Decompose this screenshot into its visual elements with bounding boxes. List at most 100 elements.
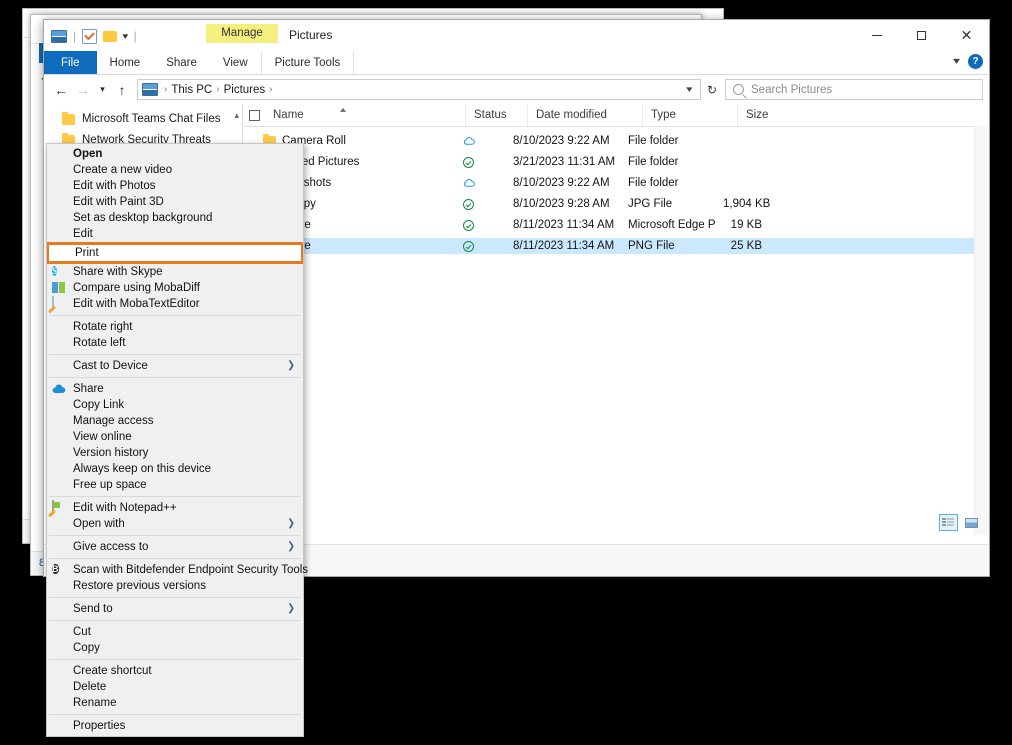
menu-item-create-a-new-video[interactable]: Create a new video <box>47 162 303 178</box>
table-row[interactable]: ture 8/11/2023 11:34 AM Microsoft Edge P… <box>243 217 989 233</box>
menu-item-restore-previous-versions[interactable]: Restore previous versions <box>47 578 303 594</box>
properties-icon[interactable] <box>82 28 98 44</box>
menu-item-create-shortcut[interactable]: Create shortcut <box>47 663 303 679</box>
column-header-status[interactable]: Status <box>465 104 527 126</box>
breadcrumb-separator-3[interactable]: › <box>267 84 274 95</box>
tab-picture-tools[interactable]: Picture Tools <box>260 51 355 74</box>
close-button[interactable]: ✕ <box>944 20 989 50</box>
menu-item-edit-with-paint-3d[interactable]: Edit with Paint 3D <box>47 194 303 210</box>
menu-item-view-online[interactable]: View online <box>47 429 303 445</box>
breadcrumb-pictures[interactable]: Pictures <box>224 84 266 96</box>
vertical-scrollbar[interactable] <box>974 126 989 535</box>
menu-item-edit-with-photos[interactable]: Edit with Photos <box>47 178 303 194</box>
nav-item-teams-chat-files[interactable]: Microsoft Teams Chat Files <box>44 111 242 127</box>
menu-item-copy[interactable]: Copy <box>47 640 303 656</box>
menu-item-label: Create a new video <box>73 164 173 176</box>
menu-item-label: Restore previous versions <box>73 580 206 592</box>
address-input[interactable]: › This PC › Pictures › ▾ <box>137 79 701 100</box>
file-type-cell: PNG File <box>628 240 675 252</box>
menu-item-manage-access[interactable]: Manage access <box>47 413 303 429</box>
chevron-down-icon[interactable]: ▾ <box>953 56 960 67</box>
tab-view-label: View <box>222 56 248 69</box>
menu-item-share-with-skype[interactable]: S Share with Skype <box>47 264 303 280</box>
minimize-button[interactable] <box>854 20 899 50</box>
file-status-cell <box>443 217 505 233</box>
table-row[interactable]: uppy 8/10/2023 9:28 AM JPG File 1,904 KB <box>243 196 989 212</box>
column-header-size[interactable]: Size <box>737 104 792 126</box>
menu-item-free-up-space[interactable]: Free up space <box>47 477 303 493</box>
menu-item-edit-with-mobatexteditor[interactable]: Edit with MobaTextEditor <box>47 296 303 312</box>
menu-item-label: Open <box>73 148 103 160</box>
menu-item-edit-with-notepadpp[interactable]: Edit with Notepad++ <box>47 500 303 516</box>
menu-item-rotate-right[interactable]: Rotate right <box>47 319 303 335</box>
this-pc-icon <box>142 83 158 96</box>
table-row[interactable]: enshots 8/10/2023 9:22 AM File folder <box>243 175 989 191</box>
select-all-checkbox[interactable] <box>243 109 265 121</box>
menu-item-label: Send to <box>73 603 113 615</box>
table-row[interactable]: Saved Pictures 3/21/2023 11:31 AM File f… <box>243 154 989 170</box>
file-rows: Camera Roll 8/10/2023 9:22 AM File folde… <box>243 127 989 254</box>
address-dropdown-icon[interactable]: ▾ <box>681 84 699 95</box>
menu-item-properties[interactable]: Properties <box>47 718 303 734</box>
menu-item-label: Rotate right <box>73 321 133 333</box>
chevron-down-icon[interactable]: ▾ <box>122 31 128 42</box>
tab-home[interactable]: Home <box>97 51 154 74</box>
chevron-up-icon[interactable]: ▴ <box>234 110 239 121</box>
explorer-icon[interactable] <box>51 29 67 43</box>
up-button[interactable]: ↑ <box>111 79 133 101</box>
table-row[interactable]: ture 8/11/2023 11:34 AM PNG File 25 KB <box>243 238 989 254</box>
menu-item-always-keep-on-this-device[interactable]: Always keep on this device <box>47 461 303 477</box>
menu-item-delete[interactable]: Delete <box>47 679 303 695</box>
menu-item-copy-link[interactable]: Copy Link <box>47 397 303 413</box>
forward-button[interactable]: → <box>72 79 94 101</box>
menu-item-open-with[interactable]: Open with ❯ <box>47 516 303 532</box>
refresh-button[interactable]: ↻ <box>701 79 723 100</box>
menu-item-compare-using-mobadiff[interactable]: Compare using MobaDiff <box>47 280 303 296</box>
menu-separator <box>49 597 301 598</box>
menu-item-label: Share <box>73 383 104 395</box>
menu-item-rename[interactable]: Rename <box>47 695 303 711</box>
breadcrumb-this-pc[interactable]: This PC <box>171 84 212 96</box>
chevron-right-icon: ❯ <box>287 518 295 529</box>
menu-item-scan-with-bitdefender[interactable]: B Scan with Bitdefender Endpoint Securit… <box>47 562 308 578</box>
menu-item-send-to[interactable]: Send to ❯ <box>47 601 303 617</box>
menu-item-edit[interactable]: Edit <box>47 226 303 242</box>
file-date-cell: 8/10/2023 9:22 AM <box>513 135 610 147</box>
ribbon-tabs: File Home Share View Picture Tools <box>44 51 989 74</box>
column-header-name[interactable]: Name <box>265 104 465 126</box>
details-view-button[interactable] <box>939 514 958 531</box>
back-button[interactable]: ← <box>50 79 72 101</box>
column-header-type[interactable]: Type <box>642 104 737 126</box>
menu-item-label: Scan with Bitdefender Endpoint Security … <box>73 564 309 576</box>
menu-item-label: Edit <box>73 228 93 240</box>
menu-item-share[interactable]: Share <box>47 381 303 397</box>
menu-item-rotate-left[interactable]: Rotate left <box>47 335 303 351</box>
menu-item-set-as-desktop-background[interactable]: Set as desktop background <box>47 210 303 226</box>
available-offline-icon <box>463 198 474 210</box>
menu-separator <box>49 315 301 316</box>
menu-item-label: Give access to <box>73 541 149 553</box>
menu-item-cast-to-device[interactable]: Cast to Device ❯ <box>47 358 303 374</box>
recent-locations-button[interactable]: ▾ <box>94 79 111 101</box>
tab-view[interactable]: View <box>210 51 261 74</box>
maximize-button[interactable] <box>899 20 944 50</box>
menu-item-open[interactable]: Open <box>47 146 303 162</box>
search-input[interactable]: Search Pictures <box>751 84 832 96</box>
file-date-cell: 8/10/2023 9:22 AM <box>513 177 610 189</box>
column-header-date-modified[interactable]: Date modified <box>527 104 642 126</box>
tab-file[interactable]: File <box>44 51 97 74</box>
file-status-cell <box>443 175 505 191</box>
table-row[interactable]: Camera Roll 8/10/2023 9:22 AM File folde… <box>243 133 989 149</box>
help-button[interactable]: ? <box>968 54 983 69</box>
file-list-pane: Name Status Date modified Type Size ▴ Ca… <box>243 104 989 535</box>
maximize-icon <box>917 30 926 40</box>
menu-item-print[interactable]: Print <box>49 245 301 261</box>
large-icons-view-button[interactable] <box>962 514 981 531</box>
menu-item-give-access-to[interactable]: Give access to ❯ <box>47 539 303 555</box>
new-folder-icon[interactable] <box>103 30 118 42</box>
column-header-status-label: Status <box>474 109 507 121</box>
search-box[interactable]: Search Pictures <box>725 79 983 100</box>
tab-share[interactable]: Share <box>153 51 210 74</box>
menu-item-cut[interactable]: Cut <box>47 624 303 640</box>
menu-item-version-history[interactable]: Version history <box>47 445 303 461</box>
